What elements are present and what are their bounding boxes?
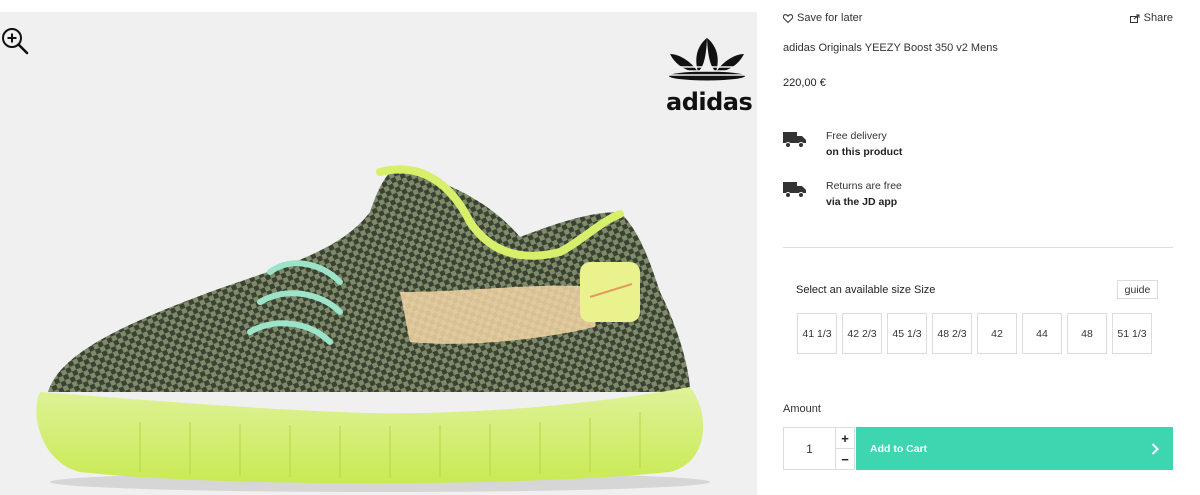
product-price: 220,00 € xyxy=(783,77,826,89)
add-to-cart-button[interactable]: Add to Cart xyxy=(856,427,1173,470)
save-for-later-label: Save for later xyxy=(797,12,863,24)
size-option[interactable]: 45 1/3 xyxy=(887,313,927,354)
truck-icon xyxy=(783,132,806,148)
product-details-panel: Save for later Share adidas Originals YE… xyxy=(783,0,1173,495)
size-option[interactable]: 42 2/3 xyxy=(842,313,882,354)
quantity-decrease-button[interactable]: − xyxy=(836,449,854,469)
product-image-gallery[interactable]: adidas xyxy=(0,12,757,495)
free-returns-perk: Returns are free via the JD app xyxy=(783,178,902,210)
perk-line-bold: via the JD app xyxy=(826,196,898,208)
adidas-logo: adidas xyxy=(662,36,753,118)
amount-label: Amount xyxy=(783,403,821,415)
quantity-input[interactable] xyxy=(784,428,836,469)
size-option[interactable]: 51 1/3 xyxy=(1112,313,1152,354)
size-option[interactable]: 48 xyxy=(1067,313,1107,354)
quantity-stepper: + − xyxy=(783,427,855,470)
size-selector: Select an available size Size guide 41 1… xyxy=(783,271,1173,371)
zoom-in-icon[interactable] xyxy=(0,26,30,56)
size-guide-button[interactable]: guide xyxy=(1117,280,1158,299)
product-image xyxy=(36,165,710,492)
share-label: Share xyxy=(1143,12,1173,24)
section-divider xyxy=(783,247,1173,248)
adidas-wordmark: adidas xyxy=(666,88,753,116)
share-button[interactable]: Share xyxy=(1129,12,1173,24)
size-grid: 41 1/3 42 2/3 45 1/3 48 2/3 42 44 48 51 … xyxy=(797,313,1152,354)
perk-line: Free delivery xyxy=(826,130,887,142)
quantity-increase-button[interactable]: + xyxy=(836,428,854,449)
share-icon xyxy=(1129,14,1140,23)
chevron-right-icon xyxy=(1151,442,1159,455)
size-option[interactable]: 42 xyxy=(977,313,1017,354)
add-to-cart-label: Add to Cart xyxy=(870,442,928,455)
perk-line: Returns are free xyxy=(826,180,902,192)
size-option[interactable]: 48 2/3 xyxy=(932,313,972,354)
perk-line-bold: on this product xyxy=(826,146,903,158)
save-for-later-button[interactable]: Save for later xyxy=(783,12,862,24)
free-delivery-perk: Free delivery on this product xyxy=(783,128,902,160)
heart-icon xyxy=(783,13,793,23)
size-label: Select an available size Size xyxy=(796,284,936,296)
size-option[interactable]: 44 xyxy=(1022,313,1062,354)
size-option[interactable]: 41 1/3 xyxy=(797,313,837,354)
product-title: adidas Originals YEEZY Boost 350 v2 Mens xyxy=(783,42,998,54)
truck-icon xyxy=(783,182,806,198)
